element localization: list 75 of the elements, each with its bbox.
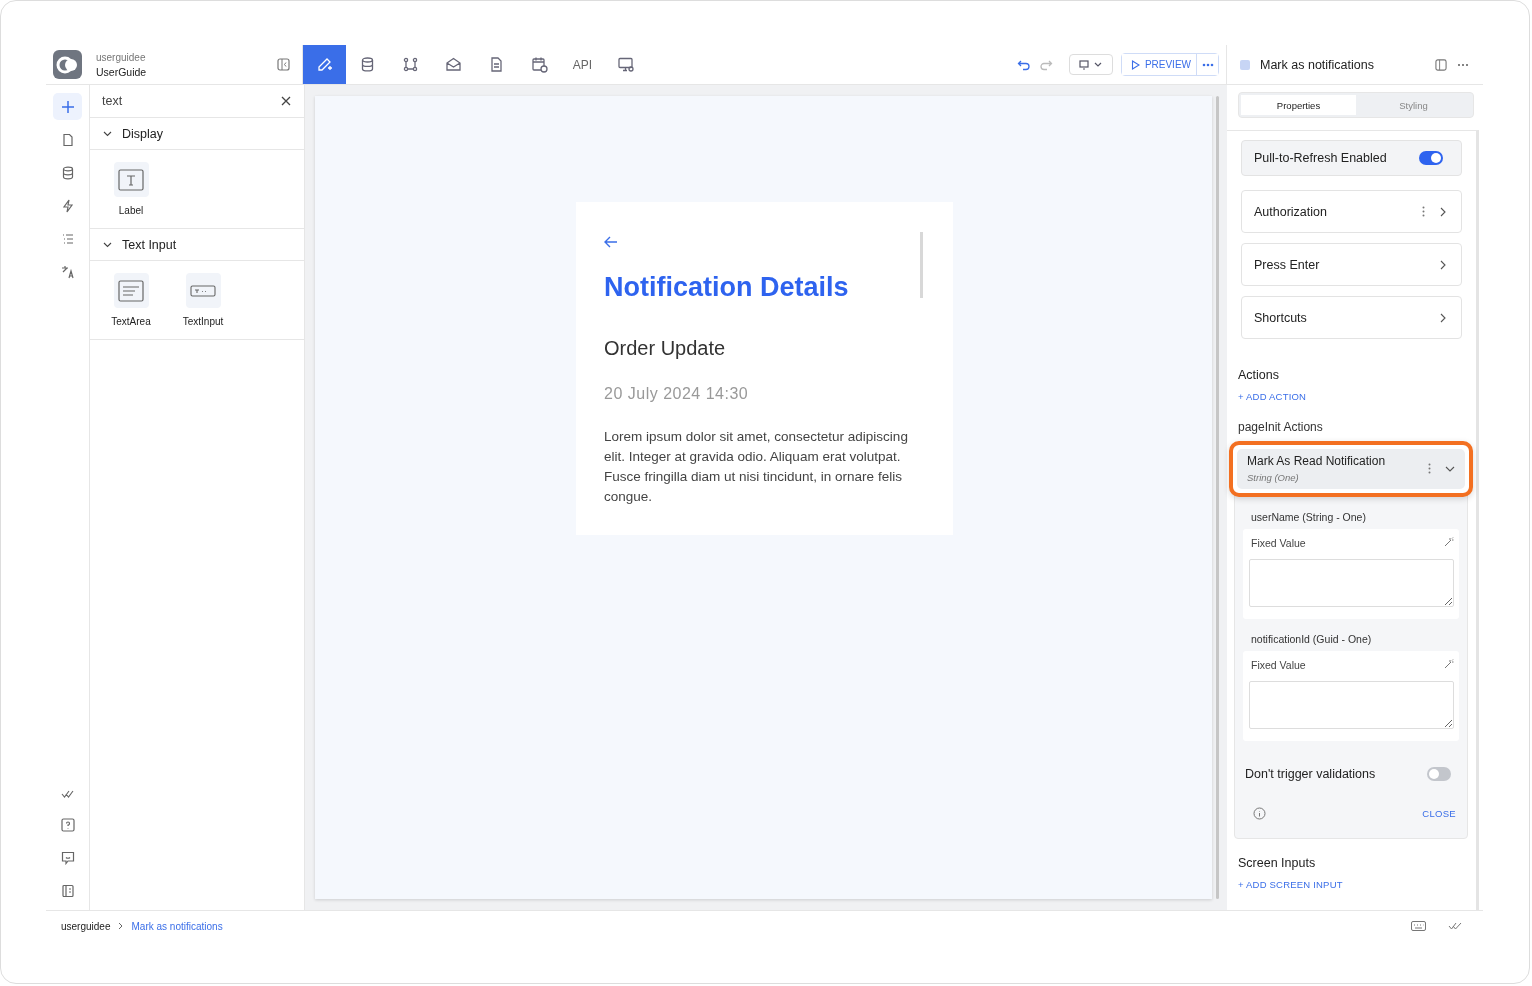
text-label-icon[interactable]: [113, 162, 149, 197]
setting-row[interactable]: Press Enter: [1241, 243, 1462, 286]
breadcrumb-link[interactable]: Mark as notifications: [131, 920, 223, 932]
setting-label: Pull-to-Refresh Enabled: [1254, 151, 1387, 165]
chevron-down-icon: [103, 129, 112, 138]
book-icon[interactable]: [60, 884, 75, 898]
collapse-panel-icon[interactable]: [277, 58, 290, 71]
order-subtitle: Order Update: [604, 337, 727, 360]
value-source-label: Fixed Value: [1251, 537, 1306, 549]
chevron-right-icon: [118, 922, 124, 930]
pen-icon: [316, 56, 333, 73]
undo-icon[interactable]: [1016, 58, 1031, 71]
action-header[interactable]: Mark As Read Notification String (One): [1237, 449, 1465, 489]
component-label: Label: [118, 205, 144, 216]
preview-button[interactable]: PREVIEW: [1121, 54, 1197, 75]
chevron-down-icon: [1445, 465, 1455, 472]
play-icon: [1130, 59, 1140, 70]
expand-panel-icon[interactable]: [1435, 58, 1447, 71]
chevron-down-icon: [103, 240, 112, 249]
doc-icon: [488, 56, 505, 73]
kebab-icon[interactable]: [1422, 206, 1425, 217]
parameter-label: notificationId (Guid - One): [1250, 633, 1373, 645]
toggle-switch[interactable]: [1427, 767, 1451, 781]
breadcrumb-link[interactable]: userguidee: [61, 920, 111, 932]
close-link[interactable]: CLOSE: [1422, 808, 1456, 819]
plus-icon[interactable]: [53, 93, 82, 120]
screen-title: Notification Details: [604, 272, 850, 303]
monitor-caret-icon: [1078, 59, 1103, 70]
notification-body: Lorem ipsum dolor sit amet, consectetur adipiscing elit. Integer at gravida odio. Aliquam erat volutpat. Fusce fringilla diam ut nisi tincidunt, in ornare felis congue.: [604, 428, 909, 506]
chevron-right-icon: [1440, 312, 1446, 323]
cal-icon: [531, 56, 548, 73]
wand-icon[interactable]: [1444, 537, 1454, 547]
device-dropdown[interactable]: [1068, 54, 1113, 75]
text-area-icon[interactable]: [113, 273, 149, 308]
mail-icon: [445, 56, 462, 73]
info-icon[interactable]: [1253, 807, 1266, 820]
component-label: TextArea: [111, 316, 151, 327]
feedback-icon[interactable]: [60, 851, 75, 865]
group-header[interactable]: Text Input: [90, 229, 304, 261]
panel-tab[interactable]: Properties: [1241, 95, 1356, 115]
back-arrow-icon[interactable]: [604, 236, 618, 248]
panel-title: Mark as notifications: [1260, 57, 1375, 72]
keyboard-icon[interactable]: [1411, 921, 1426, 931]
monitor-icon: [617, 56, 634, 73]
nodes-icon: [402, 56, 419, 73]
section-heading: pageInit Actions: [1238, 420, 1324, 434]
component-label: TextInput: [182, 316, 224, 327]
double-check-icon[interactable]: [60, 789, 75, 799]
app-logo: [53, 50, 82, 79]
more-icon[interactable]: [1457, 62, 1469, 67]
wand-icon[interactable]: [1444, 659, 1454, 669]
close-icon[interactable]: [281, 96, 291, 106]
text-input-icon[interactable]: [185, 273, 221, 308]
actions-heading: Actions: [1238, 368, 1280, 382]
toggle-switch[interactable]: [1419, 151, 1443, 165]
group-header[interactable]: Display: [90, 118, 304, 150]
value-source-label: Fixed Value: [1251, 659, 1306, 671]
help-icon[interactable]: [60, 818, 75, 832]
search-field[interactable]: text: [90, 85, 304, 118]
setting-row[interactable]: Shortcuts: [1241, 296, 1462, 339]
setting-label: Don't trigger validations: [1245, 767, 1376, 781]
db-icon: [359, 56, 376, 73]
setting-row[interactable]: Authorization: [1241, 190, 1462, 233]
double-check-icon[interactable]: [1448, 921, 1463, 931]
project-name: UserGuide: [96, 65, 147, 78]
add-action-link[interactable]: + ADD ACTION: [1238, 391, 1462, 402]
parameter-label: userName (String - One): [1250, 511, 1367, 523]
screen-inputs-heading: Screen Inputs: [1238, 856, 1317, 870]
chevron-right-icon: [1440, 259, 1446, 270]
add-screen-input-link[interactable]: + ADD SCREEN INPUT: [1238, 879, 1462, 890]
workspace-name: userguidee: [96, 51, 147, 63]
kebab-icon[interactable]: [1428, 463, 1431, 474]
chevron-right-icon: [1440, 206, 1446, 217]
notification-date: 20 July 2024 14:30: [604, 385, 750, 403]
toolbar-tab[interactable]: [303, 45, 346, 84]
